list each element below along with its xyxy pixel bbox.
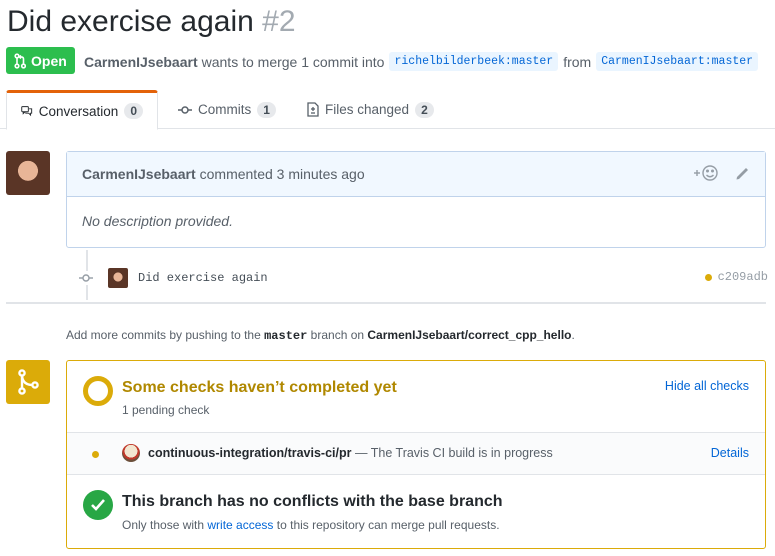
- merge-status-subtitle: Only those with write access to this rep…: [122, 518, 500, 532]
- check-circle-icon: [83, 490, 113, 520]
- pr-number: #2: [262, 5, 296, 38]
- merge-sub-text: to this repository can merge pull reques…: [276, 518, 500, 532]
- pr-author-link[interactable]: CarmenIJsebaart: [84, 54, 198, 70]
- status-check-text: continuous-integration/travis-ci/pr — Th…: [148, 446, 553, 460]
- commit-message-link[interactable]: Did exercise again: [138, 271, 268, 285]
- commit-icon: [78, 271, 94, 285]
- write-access-link[interactable]: write access: [207, 518, 273, 532]
- from-text: from: [563, 53, 592, 70]
- tab-label: Conversation: [38, 103, 119, 119]
- pr-title: Did exercise again #2: [7, 2, 296, 42]
- comment-timestamp[interactable]: commented 3 minutes ago: [200, 166, 365, 182]
- add-reaction-icon[interactable]: [693, 164, 719, 182]
- pr-title-text: Did exercise again: [7, 5, 254, 38]
- comment-body: No description provided.: [82, 213, 233, 229]
- checks-subtitle: 1 pending check: [122, 403, 210, 417]
- avatar[interactable]: [108, 268, 128, 288]
- commit-sha-link[interactable]: c209adb: [718, 270, 768, 284]
- merge-status-title: This branch has no conflicts with the ba…: [122, 493, 503, 510]
- pr-comment: CarmenIJsebaart commented 3 minutes ago …: [66, 151, 766, 248]
- push-hint-text: branch on: [310, 328, 365, 342]
- status-check-description: — The Travis CI build is in progress: [354, 446, 553, 460]
- timeline-divider: [6, 302, 766, 304]
- status-badge: Open: [6, 47, 75, 74]
- base-branch-ref[interactable]: richelbilderbeek:master: [389, 52, 559, 71]
- hide-all-checks-button[interactable]: Hide all checks: [665, 379, 749, 393]
- merge-box: Some checks haven’t completed yet 1 pend…: [66, 360, 766, 549]
- pending-ring-icon: [83, 376, 113, 406]
- tab-conversation[interactable]: Conversation 0: [6, 90, 158, 130]
- tab-counter: 2: [415, 101, 434, 118]
- comment-discussion-icon: [21, 106, 33, 117]
- pr-meta: CarmenIJsebaart wants to merge 1 commit …: [84, 52, 763, 71]
- pending-status-dot-icon[interactable]: [704, 273, 712, 281]
- tab-label: Commits: [198, 102, 252, 117]
- checks-summary: Some checks haven’t completed yet 1 pend…: [67, 361, 765, 433]
- edit-pencil-icon[interactable]: [735, 165, 751, 181]
- status-badge-label: Open: [31, 52, 67, 69]
- tab-label: Files changed: [325, 102, 410, 117]
- status-check-context: continuous-integration/travis-ci/pr: [148, 446, 352, 460]
- pr-meta-text: wants to merge 1 commit into: [201, 53, 385, 70]
- comment-author-link[interactable]: CarmenIJsebaart: [82, 166, 196, 182]
- head-branch-ref[interactable]: CarmenIJsebaart:master: [596, 52, 759, 71]
- push-hint-repo: CarmenIJsebaart/correct_cpp_hello: [367, 328, 572, 342]
- comment-actions: [693, 164, 751, 182]
- commit-icon: [178, 105, 192, 114]
- merge-sub-text: Only those with: [122, 518, 205, 532]
- git-merge-icon: [18, 369, 39, 395]
- commit-sha: c209adb: [704, 270, 768, 284]
- check-icon: [91, 499, 105, 511]
- push-hint-branch: master: [264, 329, 308, 343]
- push-hint-text: .: [571, 328, 575, 342]
- tab-counter: 1: [257, 101, 276, 118]
- push-hint-text: Add more commits by pushing to the: [66, 328, 261, 342]
- pr-tabs: Conversation 0 Commits 1 Files changed 2: [0, 90, 775, 130]
- checks-title: Some checks haven’t completed yet: [122, 379, 397, 396]
- file-diff-icon: [307, 102, 319, 117]
- status-check-row: continuous-integration/travis-ci/pr — Th…: [67, 433, 765, 475]
- comment-header: CarmenIJsebaart commented 3 minutes ago: [67, 152, 765, 197]
- pull-request-icon: [14, 52, 26, 69]
- tab-counter: 0: [124, 103, 143, 119]
- avatar[interactable]: [6, 151, 50, 195]
- merge-status: This branch has no conflicts with the ba…: [67, 475, 765, 548]
- push-hint: Add more commits by pushing to the maste…: [66, 328, 575, 343]
- travis-ci-avatar-icon: [122, 444, 140, 462]
- pending-status-dot-icon: [92, 451, 99, 458]
- details-link[interactable]: Details: [711, 446, 749, 460]
- tab-files-changed[interactable]: Files changed 2: [293, 90, 448, 129]
- commit-row: Did exercise again c209adb: [78, 267, 768, 289]
- tab-commits[interactable]: Commits 1: [164, 90, 290, 129]
- merge-status-icon: [6, 360, 50, 404]
